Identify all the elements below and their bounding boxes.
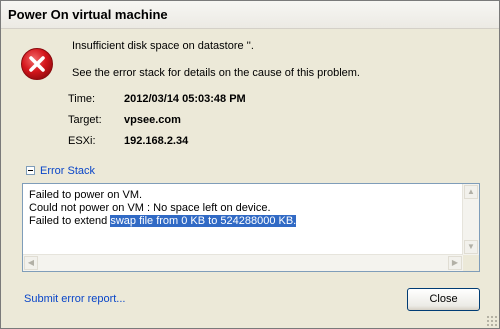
target-label: Target: [68,114,102,126]
submit-error-report-link[interactable]: Submit error report... [24,293,125,305]
stack-line: Failed to power on VM. [29,189,143,201]
scroll-right-icon[interactable]: ▶ [448,256,462,270]
window-title: Power On virtual machine [8,7,168,22]
stack-line: Failed to extend swap file from 0 KB to … [29,215,297,228]
vertical-scrollbar[interactable]: ▲ ▼ [462,184,479,255]
resize-grip-icon[interactable] [486,315,497,326]
error-icon [21,48,53,80]
close-button[interactable]: Close [407,288,480,311]
stack-line-text: Failed to extend [29,215,108,227]
stack-line: Could not power on VM : No space left on… [29,202,271,214]
selected-text: swap file from 0 KB to 524288000 KB. [110,215,297,227]
target-value: vpsee.com [124,114,181,126]
scroll-left-icon[interactable]: ◀ [24,256,38,270]
error-message: Insufficient disk space on datastore ''. [72,40,254,52]
scroll-up-icon[interactable]: ▲ [464,185,478,199]
scroll-down-icon[interactable]: ▼ [464,240,478,254]
error-hint: See the error stack for details on the c… [72,67,360,79]
horizontal-scrollbar[interactable]: ◀ ▶ [23,254,463,271]
time-label: Time: [68,93,96,105]
title-bar[interactable]: Power On virtual machine [1,1,499,29]
esxi-value: 192.168.2.34 [124,135,189,147]
error-stack-content: Failed to power on VM. Could not power o… [29,189,297,228]
time-value: 2012/03/14 05:03:48 PM [124,93,246,105]
collapse-icon[interactable] [26,166,35,175]
scrollbar-corner [463,255,479,271]
error-stack-textbox[interactable]: Failed to power on VM. Could not power o… [22,183,480,272]
esxi-label: ESXi: [68,135,96,147]
dialog-window: Power On virtual machine Insufficient di… [0,0,500,329]
error-stack-toggle[interactable]: Error Stack [40,165,95,177]
